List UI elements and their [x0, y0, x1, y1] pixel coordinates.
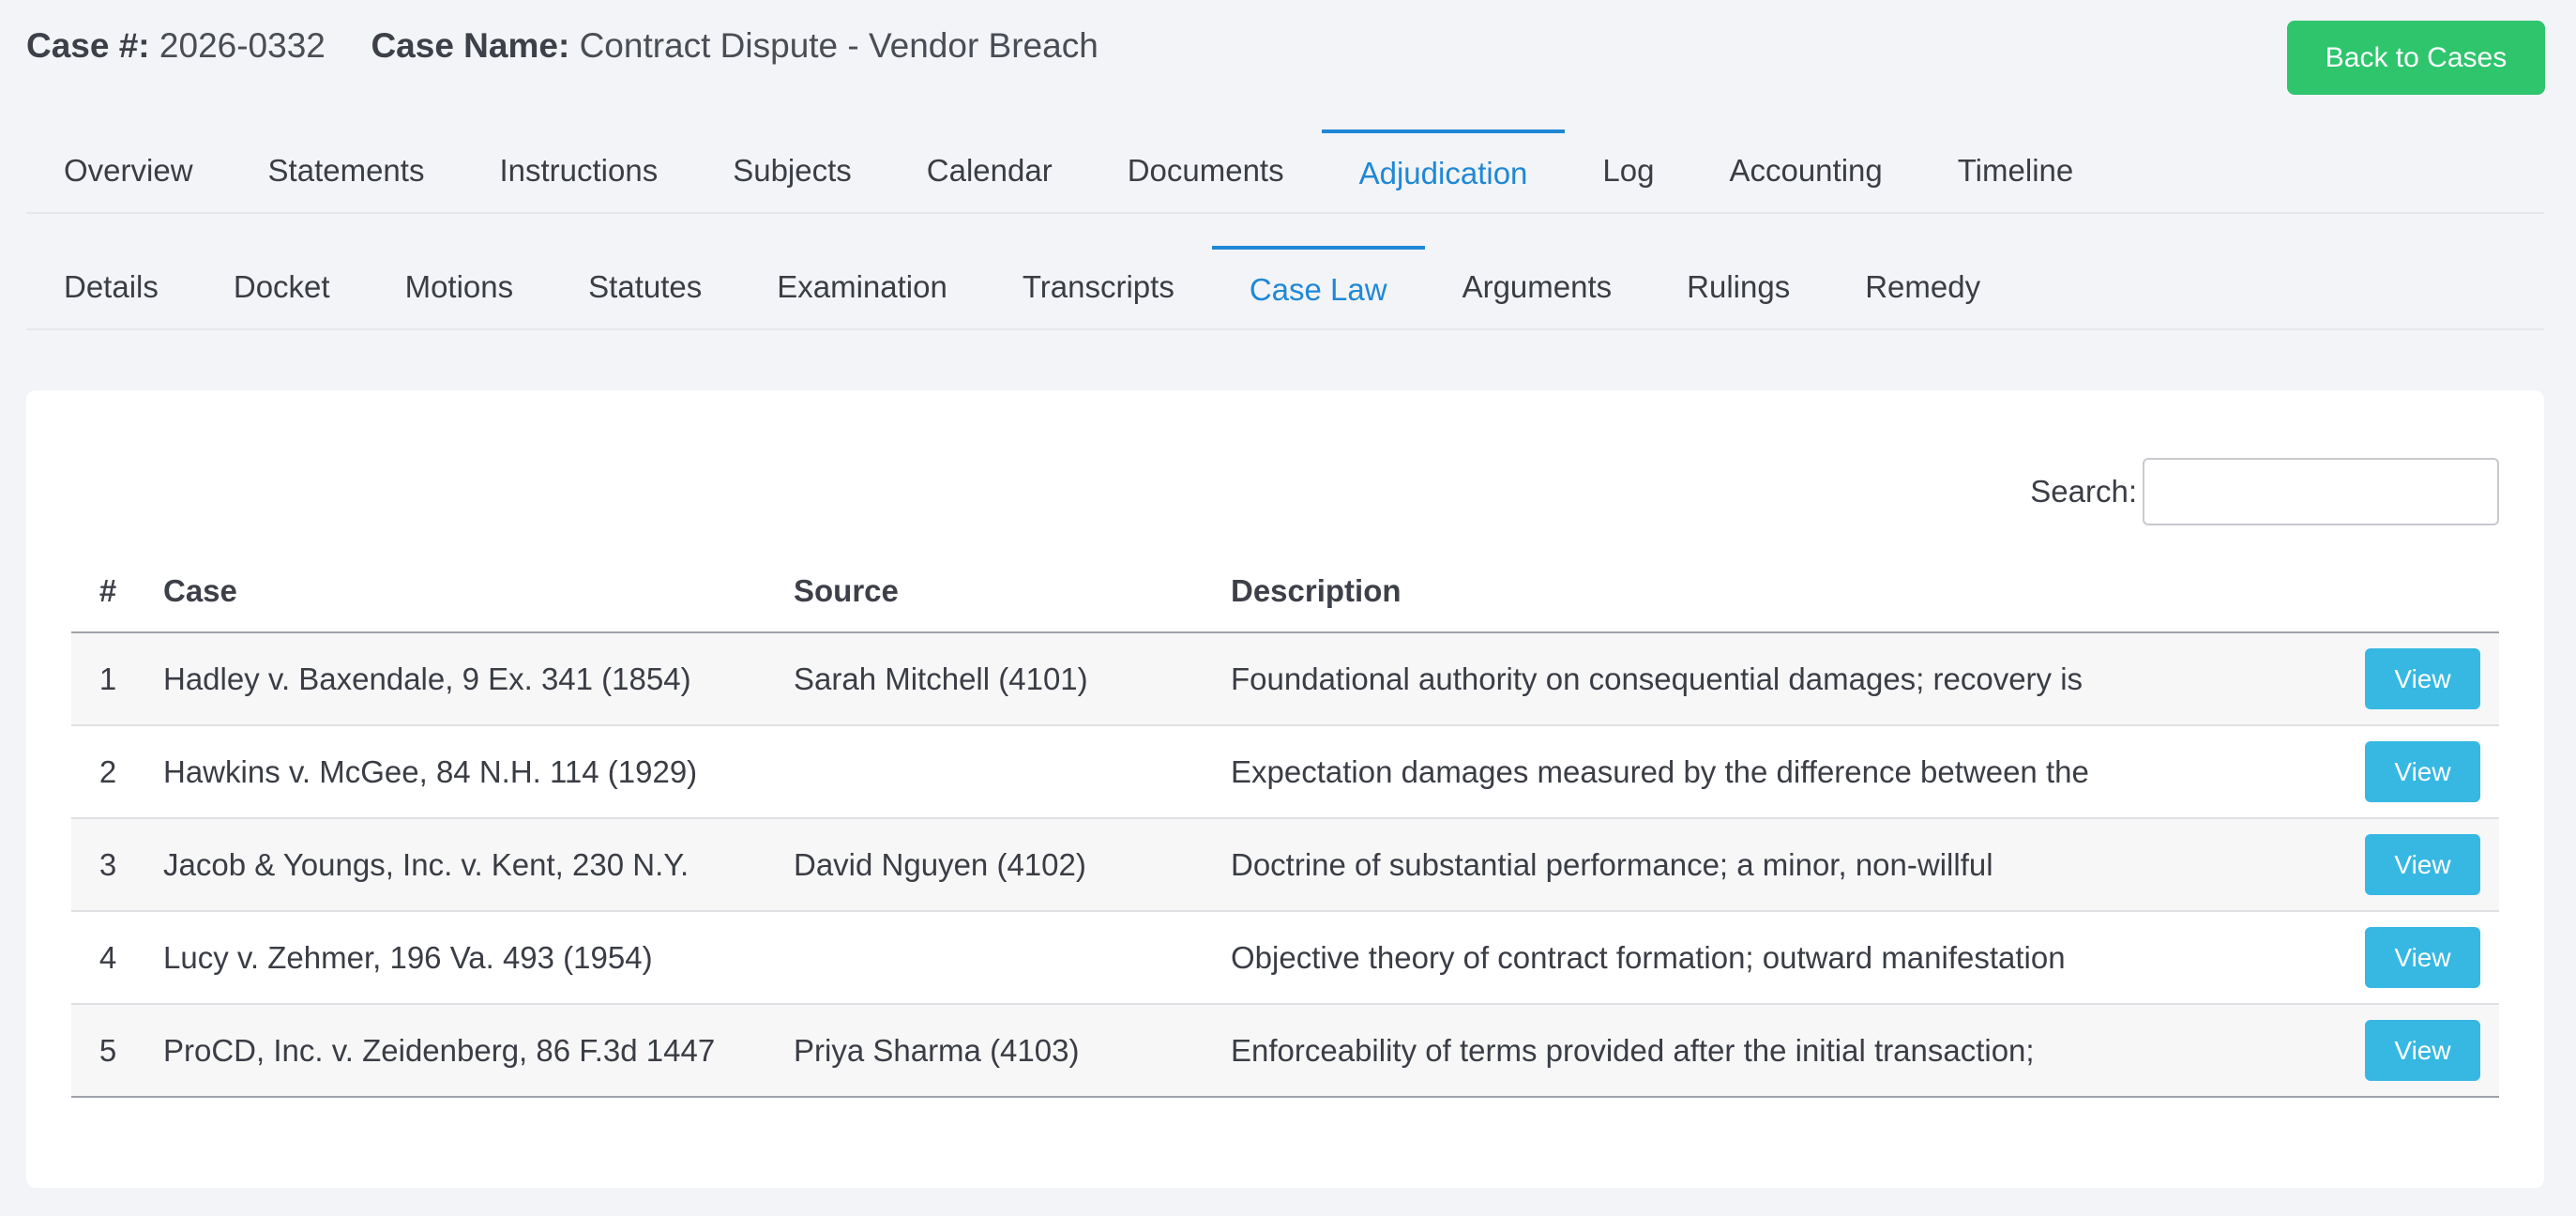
case-source: Sarah Mitchell (4101): [794, 632, 1231, 726]
search-label: Search:: [2030, 474, 2137, 509]
tab-instructions[interactable]: Instructions: [462, 129, 695, 212]
subtab-examination[interactable]: Examination: [739, 246, 985, 328]
tab-calendar[interactable]: Calendar: [889, 129, 1090, 212]
case-description: Foundational authority on consequential …: [1231, 632, 2338, 726]
table-row: 5 ProCD, Inc. v. Zeidenberg, 86 F.3d 1447…: [71, 1004, 2499, 1098]
case-number-label: Case #:: [26, 26, 150, 65]
subtab-case-law[interactable]: Case Law: [1211, 246, 1425, 328]
case-description: Objective theory of contract formation; …: [1231, 911, 2338, 1005]
search-box: Search:: [2030, 458, 2499, 525]
tab-documents[interactable]: Documents: [1090, 129, 1322, 212]
view-button[interactable]: View: [2365, 1020, 2480, 1081]
column-header-source[interactable]: Source: [794, 550, 1231, 633]
sub-tab-bar: Details Docket Motions Statutes Examination T…: [26, 246, 2544, 330]
row-number: 2: [71, 725, 163, 819]
tab-overview[interactable]: Overview: [26, 129, 231, 212]
case-source: [794, 911, 1231, 1005]
row-actions: View: [2338, 725, 2499, 819]
tab-timeline[interactable]: Timeline: [1920, 129, 2111, 212]
row-actions: View: [2338, 632, 2499, 726]
tab-accounting[interactable]: Accounting: [1691, 129, 1919, 212]
row-actions: View: [2338, 911, 2499, 1005]
row-number: 1: [71, 632, 163, 726]
case-description: Expectation damages measured by the diff…: [1231, 725, 2338, 819]
case-page: Case #: 2026-0332 Case Name: Contract Di…: [0, 0, 2576, 1216]
table-row: 4 Lucy v. Zehmer, 196 Va. 493 (1954) Objec…: [71, 911, 2499, 1005]
case-citation: Hadley v. Baxendale, 9 Ex. 341 (1854): [163, 632, 794, 726]
main-tab-bar: Overview Statements Instructions Subjects Ca…: [26, 129, 2544, 214]
tab-adjudication[interactable]: Adjudication: [1321, 129, 1566, 212]
row-actions: View: [2338, 818, 2499, 912]
table-row: 1 Hadley v. Baxendale, 9 Ex. 341 (1854) Sa…: [71, 632, 2499, 726]
subtab-arguments[interactable]: Arguments: [1425, 246, 1650, 328]
case-source: [794, 725, 1231, 819]
column-header-description[interactable]: Description: [1231, 550, 2338, 633]
column-header-number[interactable]: #: [71, 550, 163, 633]
case-description: Enforceability of terms provided after t…: [1231, 1004, 2338, 1098]
case-source: David Nguyen (4102): [794, 818, 1231, 912]
view-button[interactable]: View: [2365, 741, 2480, 802]
case-law-panel: Search: # Case Source Description 1 Hadle…: [26, 390, 2544, 1188]
subtab-motions[interactable]: Motions: [368, 246, 552, 328]
view-button[interactable]: View: [2365, 648, 2480, 709]
row-number: 4: [71, 911, 163, 1005]
case-citation: Hawkins v. McGee, 84 N.H. 114 (1929): [163, 725, 794, 819]
subtab-statutes[interactable]: Statutes: [551, 246, 739, 328]
back-to-cases-button[interactable]: Back to Cases: [2287, 21, 2545, 95]
subtab-remedy[interactable]: Remedy: [1827, 246, 2018, 328]
view-button[interactable]: View: [2365, 834, 2480, 895]
row-actions: View: [2338, 1004, 2499, 1098]
row-number: 5: [71, 1004, 163, 1098]
search-input[interactable]: [2143, 458, 2499, 525]
tab-statements[interactable]: Statements: [231, 129, 462, 212]
view-button[interactable]: View: [2365, 927, 2480, 988]
column-header-case[interactable]: Case: [163, 550, 794, 633]
table-header-row: # Case Source Description: [71, 550, 2499, 633]
tab-subjects[interactable]: Subjects: [695, 129, 889, 212]
tab-log[interactable]: Log: [1565, 129, 1691, 212]
case-citation: Lucy v. Zehmer, 196 Va. 493 (1954): [163, 911, 794, 1005]
case-number: 2026-0332: [159, 26, 326, 65]
column-header-actions: [2338, 550, 2499, 633]
table-row: 3 Jacob & Youngs, Inc. v. Kent, 230 N.Y. D…: [71, 818, 2499, 912]
case-citation: ProCD, Inc. v. Zeidenberg, 86 F.3d 1447: [163, 1004, 794, 1098]
case-name: Contract Dispute - Vendor Breach: [579, 26, 1099, 65]
case-description: Doctrine of substantial performance; a m…: [1231, 818, 2338, 912]
case-law-table: # Case Source Description 1 Hadley v. Bax…: [71, 550, 2499, 1098]
case-name-label: Case Name:: [371, 26, 570, 65]
subtab-details[interactable]: Details: [26, 246, 196, 328]
case-citation: Jacob & Youngs, Inc. v. Kent, 230 N.Y.: [163, 818, 794, 912]
case-source: Priya Sharma (4103): [794, 1004, 1231, 1098]
subtab-transcripts[interactable]: Transcripts: [985, 246, 1212, 328]
subtab-docket[interactable]: Docket: [196, 246, 368, 328]
subtab-rulings[interactable]: Rulings: [1649, 246, 1827, 328]
case-header: Case #: 2026-0332 Case Name: Contract Di…: [26, 23, 1099, 69]
row-number: 3: [71, 818, 163, 912]
table-row: 2 Hawkins v. McGee, 84 N.H. 114 (1929) Exp…: [71, 725, 2499, 819]
